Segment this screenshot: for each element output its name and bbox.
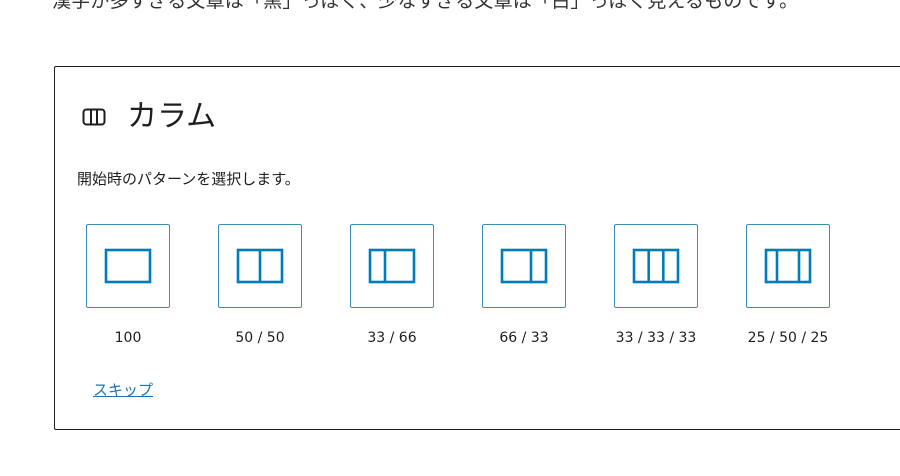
three-columns-equal-icon (632, 248, 680, 284)
variation-label: 33 / 66 (367, 330, 417, 346)
variation-100[interactable]: 100 (86, 224, 170, 348)
variation-button-50-50[interactable] (218, 224, 302, 308)
placeholder-instructions: 開始時のパターンを選択します。 (77, 170, 300, 188)
placeholder-header: カラム (81, 97, 216, 137)
placeholder-title: カラム (127, 99, 217, 134)
variation-33-33-33[interactable]: 33 / 33 / 33 (614, 224, 698, 348)
editor-canvas: 漢字が多すぎる文章は「黒」っぽく、少なすぎる文章は「白」っぽく見えるものです。 … (0, 0, 900, 476)
one-column-icon (104, 248, 152, 284)
variation-50-50[interactable]: 50 / 50 (218, 224, 302, 348)
two-columns-one-third-two-thirds-icon (368, 248, 416, 284)
variation-button-100[interactable] (86, 224, 170, 308)
variation-button-66-33[interactable] (482, 224, 566, 308)
three-columns-wider-center-icon (764, 248, 812, 284)
variation-label: 33 / 33 / 33 (615, 330, 697, 346)
paragraph-text[interactable]: 漢字が多すぎる文章は「黒」っぽく、少なすぎる文章は「白」っぽく見えるものです。 (52, 0, 798, 14)
variation-66-33[interactable]: 66 / 33 (482, 224, 566, 348)
variation-label: 66 / 33 (499, 330, 549, 346)
variation-25-50-25[interactable]: 25 / 50 / 25 (746, 224, 830, 348)
columns-block-placeholder: カラム 開始時のパターンを選択します。 100 50 / 50 33 / 66 … (54, 66, 900, 430)
variation-33-66[interactable]: 33 / 66 (350, 224, 434, 348)
variation-button-25-50-25[interactable] (746, 224, 830, 308)
variation-button-33-33-33[interactable] (614, 224, 698, 308)
variation-label: 25 / 50 / 25 (747, 330, 829, 346)
variation-label: 50 / 50 (235, 330, 285, 346)
skip-link[interactable]: スキップ (93, 379, 153, 401)
two-columns-two-thirds-one-third-icon (500, 248, 548, 284)
columns-block-icon (81, 106, 107, 128)
variation-picker: 100 50 / 50 33 / 66 66 / 33 33 / 33 / 33… (86, 224, 830, 348)
variation-label: 100 (114, 330, 142, 346)
variation-button-33-66[interactable] (350, 224, 434, 308)
two-columns-equal-icon (236, 248, 284, 284)
